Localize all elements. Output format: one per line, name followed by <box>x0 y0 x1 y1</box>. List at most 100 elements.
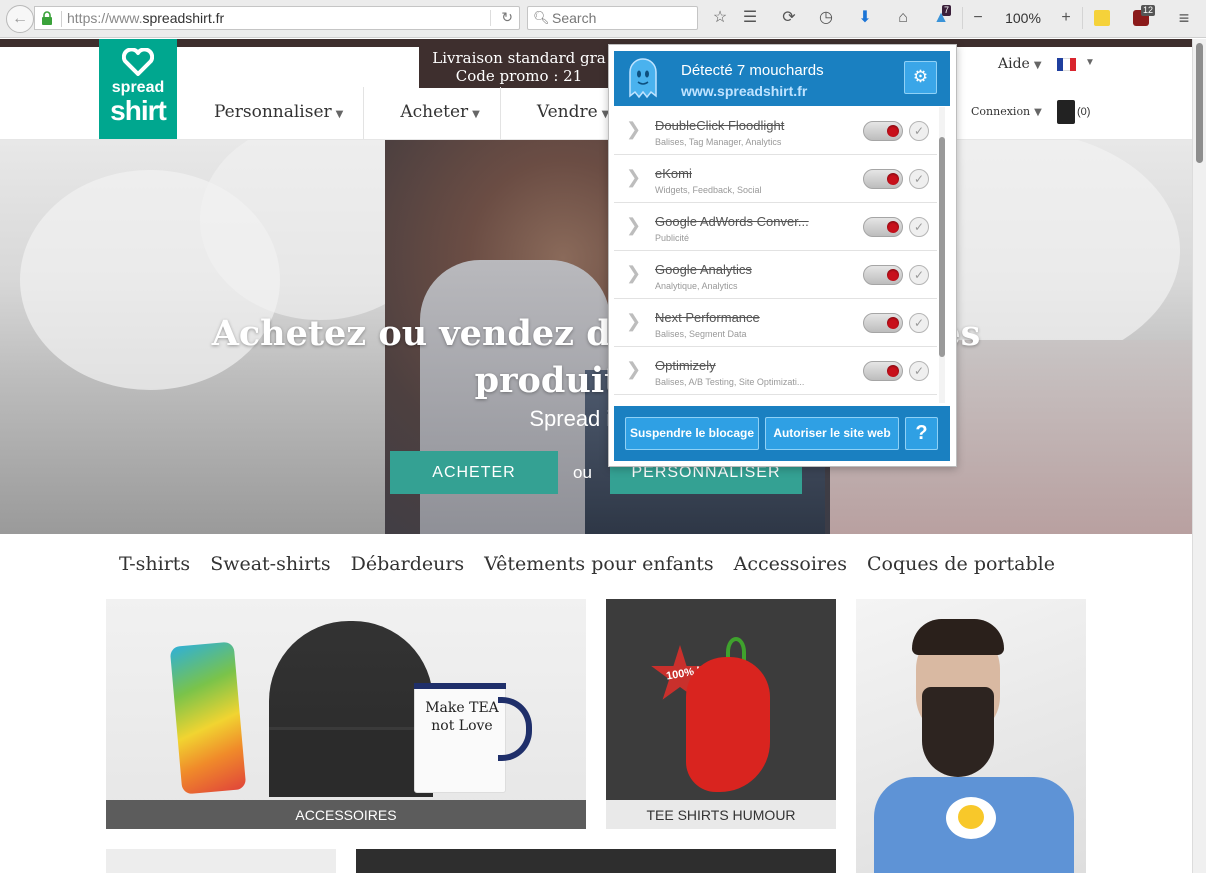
aide-menu[interactable]: Aide ▼ <box>998 56 1042 72</box>
mug-text: Make TEA not Love <box>425 700 499 734</box>
tracker-list: ❯ DoubleClick Floodlight Balises, Tag Ma… <box>614 107 937 403</box>
spreadshirt-logo[interactable]: spread shirt <box>99 39 177 139</box>
check-icon[interactable]: ✓ <box>909 265 929 285</box>
toolbar-separator <box>962 7 963 29</box>
tracker-row[interactable]: ❯ Google Analytics Analytique, Analytics… <box>614 251 937 299</box>
history-icon[interactable]: ◷ <box>816 8 836 28</box>
phone-case-image <box>169 641 247 795</box>
category-debardeurs[interactable]: Débardeurs <box>341 553 475 575</box>
block-toggle[interactable] <box>863 121 903 141</box>
tile-caption[interactable]: TEE SHIRTS HUMOUR <box>606 800 836 829</box>
download-icon[interactable]: ⬇ <box>855 8 875 28</box>
gear-icon[interactable]: ⚙ <box>904 61 937 94</box>
address-bar[interactable]: https://www.spreadshirt.fr ↻ <box>34 6 520 30</box>
reload-icon[interactable]: ↻ <box>501 9 513 26</box>
block-toggle[interactable] <box>863 217 903 237</box>
cart-icon[interactable] <box>1057 100 1075 124</box>
web-page: Livraison standard gra Code promo : 21 s… <box>0 39 1192 873</box>
menu-icon[interactable]: ≡ <box>1174 8 1194 28</box>
tile-accessoires[interactable]: Make TEA not Love ACCESSOIRES <box>106 599 586 829</box>
logo-text-shirt: shirt <box>110 95 167 126</box>
check-icon[interactable]: ✓ <box>909 169 929 189</box>
tracker-row[interactable]: ❯ Optimizely Balises, A/B Testing, Site … <box>614 347 937 395</box>
chevron-right-icon[interactable]: ❯ <box>626 311 641 332</box>
tracker-row[interactable]: ❯ Next Performance Balises, Segment Data… <box>614 299 937 347</box>
category-accessoires[interactable]: Accessoires <box>724 553 857 575</box>
tracker-name: DoubleClick Floodlight <box>655 118 785 133</box>
url-text[interactable]: https://www.spreadshirt.fr <box>67 10 224 26</box>
tracker-row[interactable]: ❯ DoubleClick Floodlight Balises, Tag Ma… <box>614 107 937 155</box>
block-toggle[interactable] <box>863 313 903 333</box>
toggle-dot <box>887 221 899 233</box>
tile-caption[interactable]: ACCESSOIRES <box>106 800 586 829</box>
nav-acheter[interactable]: Acheter ▼ <box>364 87 501 139</box>
category-coques[interactable]: Coques de portable <box>857 553 1065 575</box>
chevron-right-icon[interactable]: ❯ <box>626 119 641 140</box>
chevron-right-icon[interactable]: ❯ <box>626 359 641 380</box>
hero-banner: Achetez ou vendez des de ur des produits… <box>0 140 1192 534</box>
ghost-icon <box>629 58 657 99</box>
check-icon[interactable]: ✓ <box>909 361 929 381</box>
toggle-dot <box>887 365 899 377</box>
promo-line-1: Livraison standard gra <box>432 49 606 67</box>
chevron-right-icon[interactable]: ❯ <box>626 215 641 236</box>
category-sweatshirts[interactable]: Sweat-shirts <box>200 553 340 575</box>
tracker-row[interactable]: ❯ Google AdWords Conver... Publicité ✓ <box>614 203 937 251</box>
home-icon[interactable]: ⌂ <box>893 8 913 28</box>
cart-count[interactable]: (0) <box>1077 106 1090 118</box>
bookmark-star-icon[interactable]: ☆ <box>710 8 730 28</box>
ou-label: ou <box>573 463 592 482</box>
check-icon[interactable]: ✓ <box>909 121 929 141</box>
category-enfants[interactable]: Vêtements pour enfants <box>474 553 723 575</box>
chevron-down-icon[interactable]: ▼ <box>1085 57 1095 68</box>
promo-banner[interactable]: Livraison standard gra Code promo : 21 <box>419 39 619 88</box>
block-toggle[interactable] <box>863 361 903 381</box>
ghostery-badge: 7 <box>942 5 952 16</box>
tile-bottom-left[interactable] <box>106 849 336 873</box>
pause-blocking-button[interactable]: Suspendre le blocage <box>625 417 759 450</box>
lock-icon <box>42 11 52 25</box>
france-flag-icon[interactable] <box>1057 58 1076 71</box>
extension-icon[interactable] <box>1094 10 1110 26</box>
tracker-categories: Balises, Segment Data <box>655 329 747 339</box>
pepper-image <box>686 657 770 792</box>
tracker-list-scroll-thumb[interactable] <box>939 137 945 357</box>
search-icon: 🔍︎ <box>533 10 550 25</box>
toolbar-separator <box>1082 7 1083 29</box>
tile-tee-shirts-humour[interactable]: 100% HOT TEE SHIRTS HUMOUR <box>606 599 836 829</box>
back-button[interactable]: ← <box>6 5 34 33</box>
tile-bearded-man[interactable] <box>856 599 1086 873</box>
nav-personnaliser[interactable]: Personnaliser ▼ <box>178 87 365 139</box>
tracker-name: Next Performance <box>655 310 760 325</box>
tracker-row[interactable]: ❯ eKomi Widgets, Feedback, Social ✓ <box>614 155 937 203</box>
chevron-right-icon[interactable]: ❯ <box>626 167 641 188</box>
tracker-list-scrollbar[interactable] <box>939 107 945 403</box>
scrollbar-thumb[interactable] <box>1196 43 1203 163</box>
acheter-button[interactable]: ACHETER <box>390 451 558 494</box>
block-toggle[interactable] <box>863 169 903 189</box>
check-icon[interactable]: ✓ <box>909 217 929 237</box>
chevron-right-icon[interactable]: ❯ <box>626 263 641 284</box>
reading-list-icon[interactable]: ☰ <box>740 8 760 28</box>
block-toggle[interactable] <box>863 265 903 285</box>
connexion-menu[interactable]: Connexion ▼ <box>971 105 1042 118</box>
check-icon[interactable]: ✓ <box>909 313 929 333</box>
zoom-level[interactable]: 100% <box>1000 8 1046 28</box>
tile-bottom-middle[interactable] <box>356 849 836 873</box>
promo-line-2: Code promo : 21 <box>455 67 583 85</box>
chevron-down-icon: ▼ <box>1033 60 1042 71</box>
tracker-categories: Widgets, Feedback, Social <box>655 185 762 195</box>
zoom-out-icon[interactable]: − <box>968 8 988 28</box>
trust-site-button[interactable]: Autoriser le site web <box>765 417 899 450</box>
chevron-down-icon: ▼ <box>472 109 480 120</box>
page-scrollbar[interactable] <box>1192 39 1206 873</box>
zoom-in-icon[interactable]: + <box>1056 8 1076 28</box>
toggle-dot <box>887 269 899 281</box>
search-input[interactable]: 🔍︎ Search <box>527 6 698 30</box>
beanie-band <box>269 727 433 797</box>
help-button[interactable]: ? <box>905 417 938 450</box>
category-tshirts[interactable]: T-shirts <box>109 553 200 575</box>
ghostery-header: Détecté 7 mouchards www.spreadshirt.fr ⚙ <box>614 51 950 106</box>
toggle-dot <box>887 317 899 329</box>
sync-icon[interactable]: ⟳ <box>779 8 799 28</box>
